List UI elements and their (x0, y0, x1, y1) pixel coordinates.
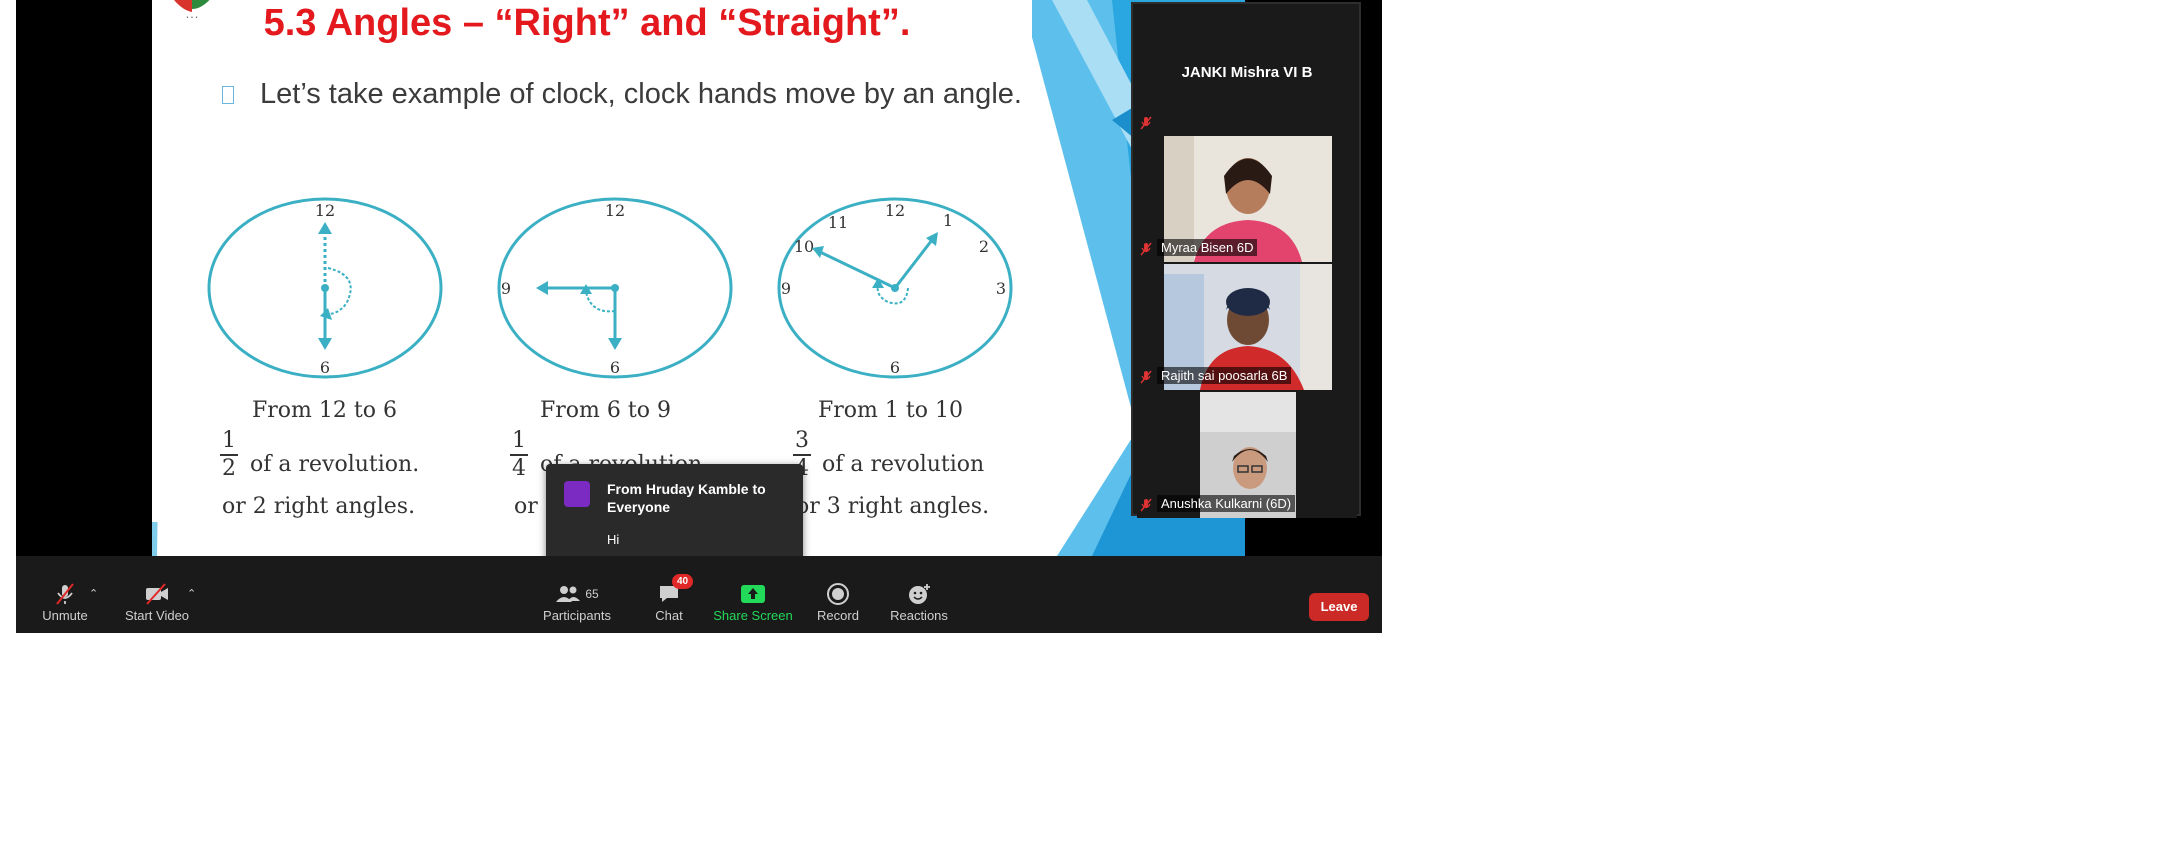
mic-muted-icon (1140, 370, 1152, 384)
meeting-toolbar: Unmute ⌃ Start Video ⌃ 65 Participants 4… (16, 556, 1382, 633)
participant-gallery[interactable]: JANKI Mishra VI B Myraa Bisen 6D Rajith … (1131, 2, 1361, 518)
record-icon (827, 583, 849, 605)
unmute-button[interactable]: Unmute (40, 582, 90, 623)
svg-text:6: 6 (610, 358, 620, 377)
clock-3-right-angles: or 3 right angles. (796, 494, 990, 519)
host-name: JANKI Mishra VI B (1181, 64, 1313, 81)
fraction-numerator: 1 (222, 428, 236, 453)
zoom-meeting-window: • • • 5.3 Angles – “Right” and “Straight… (16, 0, 1382, 633)
slide-bullet: Let’s take example of clock, clock hands… (222, 78, 1022, 111)
svg-text:10: 10 (794, 237, 814, 256)
chat-button[interactable]: 40 Chat (644, 574, 694, 623)
svg-text:3: 3 (996, 279, 1006, 298)
clock-3-revolution: of a revolution (822, 452, 985, 477)
participant-tile[interactable]: Myraa Bisen 6D (1137, 136, 1357, 262)
participant-name: Anushka Kulkarni (6D) (1157, 495, 1296, 512)
clock-1-caption: From 12 to 6 (252, 398, 397, 423)
mic-muted-icon (1140, 498, 1152, 512)
clock-diagram-12-to-6: 12 6 (207, 197, 443, 379)
fraction-numerator: 1 (512, 428, 526, 453)
bullet-marker (222, 86, 234, 105)
reactions-button[interactable]: Reactions (886, 582, 952, 623)
mic-muted-icon (1140, 242, 1152, 256)
video-options-chevron-icon[interactable]: ⌃ (187, 587, 196, 600)
svg-text:12: 12 (605, 201, 625, 220)
clock-2-caption: From 6 to 9 (540, 398, 671, 423)
microphone-muted-icon (56, 583, 74, 605)
share-screen-button[interactable]: Share Screen (713, 582, 793, 623)
clock-2-fraction: 14 (509, 428, 529, 482)
chat-label: Chat (655, 608, 683, 623)
chat-notification-popup[interactable]: From Hruday Kamble to Everyone Hi (546, 464, 803, 572)
svg-text:12: 12 (315, 201, 335, 220)
chat-sender: From Hruday Kamble to Everyone (607, 481, 766, 515)
slide-title: 5.3 Angles – “Right” and “Straight”. (263, 2, 911, 44)
share-screen-label: Share Screen (713, 608, 793, 623)
unmute-label: Unmute (42, 608, 88, 623)
participants-label: Participants (543, 608, 611, 623)
svg-text:9: 9 (781, 279, 791, 298)
share-screen-icon (741, 585, 765, 603)
bullet-text: Let’s take example of clock, clock hands… (260, 78, 1022, 110)
start-video-label: Start Video (124, 608, 190, 623)
fraction-numerator: 3 (795, 428, 809, 453)
svg-text:6: 6 (320, 358, 330, 377)
svg-text:1: 1 (943, 211, 953, 230)
video-camera-off-icon (146, 583, 168, 605)
reactions-emoji-icon (909, 584, 930, 604)
svg-text:11: 11 (828, 213, 848, 232)
chat-message: Hi (607, 532, 620, 547)
clock-1-fraction: 12 (219, 428, 239, 482)
fraction-denominator: 2 (222, 456, 236, 481)
mic-muted-icon (1140, 116, 1152, 130)
svg-text:6: 6 (890, 358, 900, 377)
clock-diagram-1-to-10: 12 11 1 10 2 9 3 6 (777, 197, 1013, 379)
sender-avatar (564, 481, 590, 507)
clock-1-right-angles: or 2 right angles. (222, 494, 416, 519)
participants-count: 65 (585, 587, 599, 601)
participant-name: Rajith sai poosarla 6B (1157, 367, 1292, 384)
svg-text:2: 2 (979, 237, 989, 256)
leave-button[interactable]: Leave (1309, 593, 1369, 621)
participant-tile[interactable]: Rajith sai poosarla 6B (1137, 264, 1357, 390)
clock-2-right-angles: or (514, 494, 538, 519)
record-label: Record (817, 608, 859, 623)
participant-tile[interactable]: Anushka Kulkarni (6D) (1137, 392, 1357, 518)
clock-diagram-6-to-9: 12 9 6 (497, 197, 733, 379)
start-video-button[interactable]: Start Video (122, 582, 192, 623)
clock-1-revolution: of a revolution. (250, 452, 420, 477)
clock-3-caption: From 1 to 10 (818, 398, 963, 423)
chat-unread-badge: 40 (672, 574, 694, 589)
participant-name: Myraa Bisen 6D (1157, 239, 1258, 256)
fraction-denominator: 4 (512, 456, 526, 481)
participants-button[interactable]: 65 Participants (542, 582, 612, 623)
svg-text:12: 12 (885, 201, 905, 220)
audio-options-chevron-icon[interactable]: ⌃ (89, 587, 98, 600)
host-tile[interactable]: JANKI Mishra VI B (1137, 8, 1357, 134)
svg-text:9: 9 (501, 279, 511, 298)
record-button[interactable]: Record (813, 582, 863, 623)
reactions-label: Reactions (890, 608, 948, 623)
participants-icon (556, 586, 581, 602)
